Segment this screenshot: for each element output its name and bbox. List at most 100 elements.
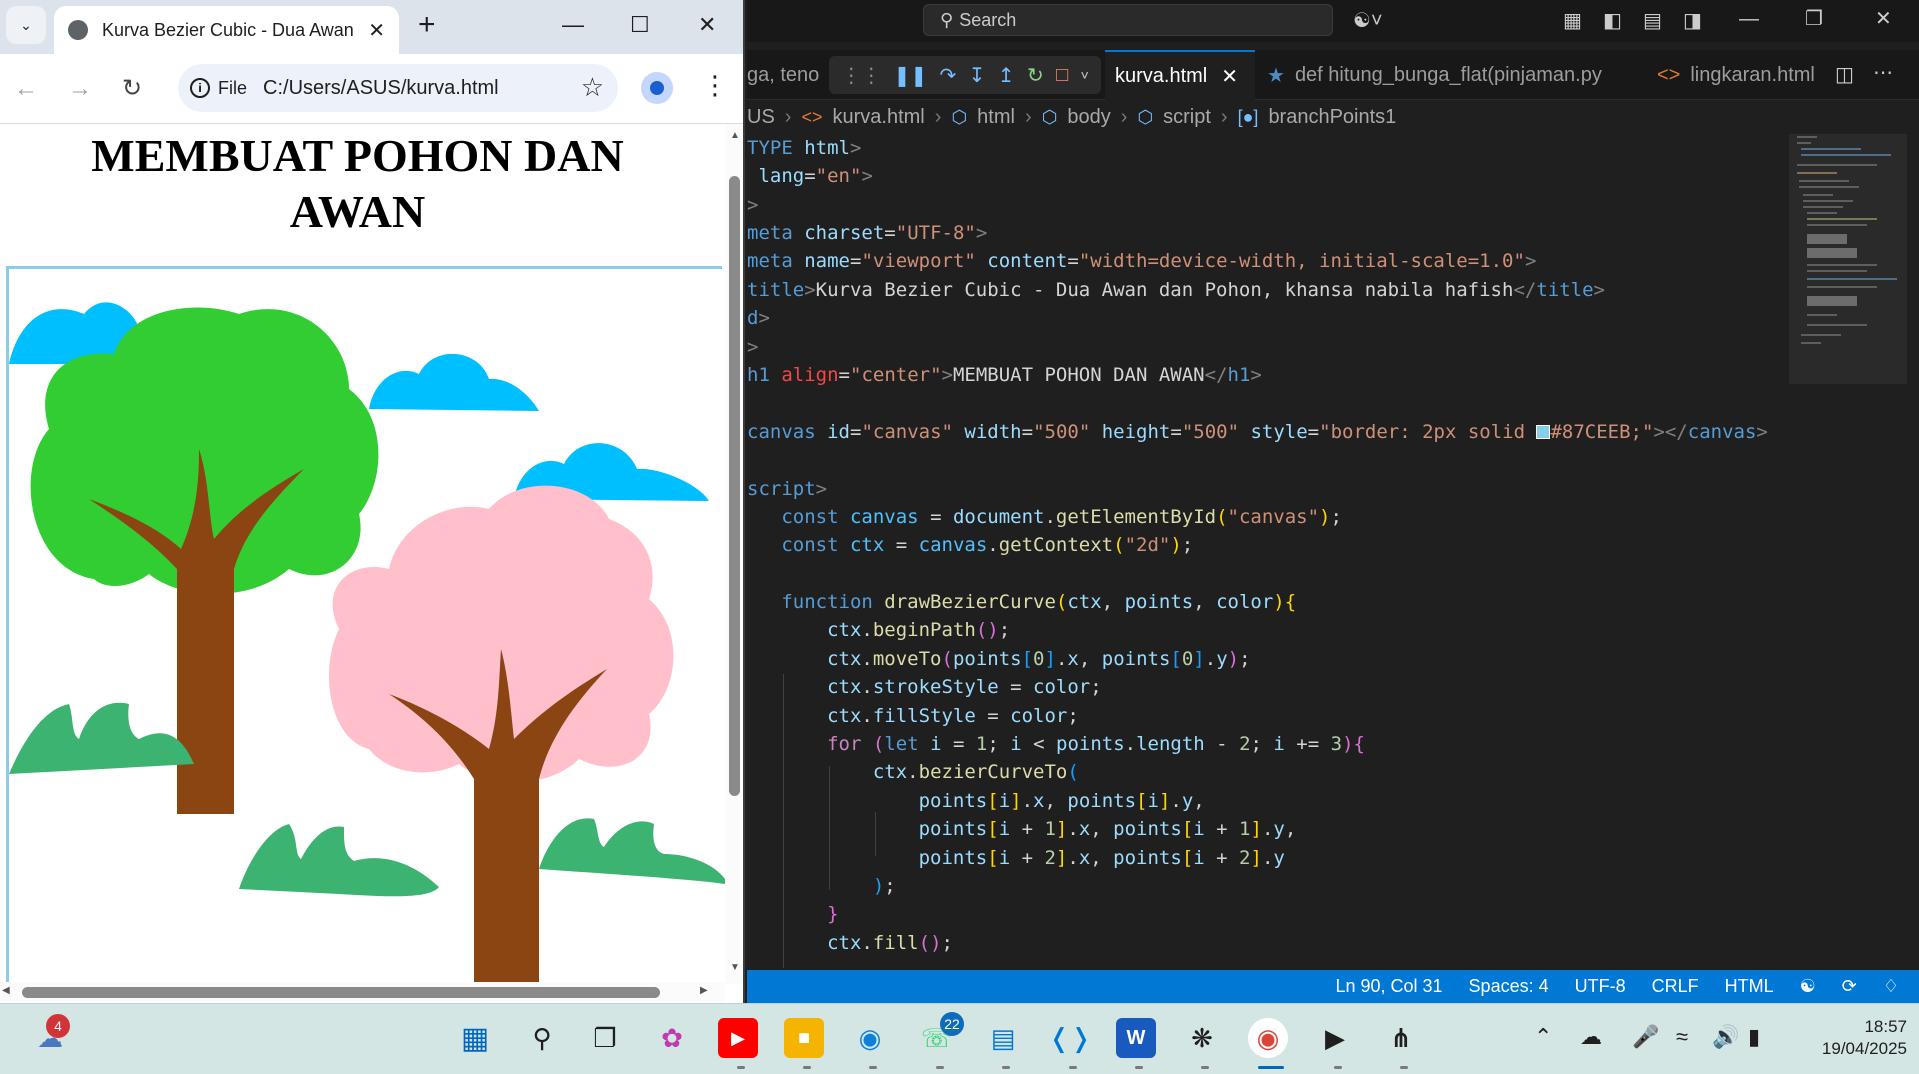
breadcrumb-item[interactable]: branchPoints1 <box>1268 106 1396 129</box>
volume-icon[interactable]: 🔊 <box>1712 1024 1739 1050</box>
forward-icon[interactable]: → <box>68 74 92 104</box>
toggle-secondary-sidebar-icon[interactable]: ◨ <box>1683 8 1702 34</box>
url-text[interactable]: C:/Users/ASUS/kurva.html <box>263 77 499 100</box>
openai-icon[interactable]: ❋ <box>1182 1018 1222 1058</box>
youtube-icon[interactable]: ▶ <box>718 1018 758 1058</box>
editor-tab-lingkaran[interactable]: <> lingkaran.html <box>1657 50 1837 100</box>
step-out-icon[interactable]: ↥ <box>998 63 1015 88</box>
copilot-icon[interactable]: ☯˅ <box>1353 8 1383 34</box>
battery-icon[interactable]: ▮ <box>1748 1024 1760 1050</box>
bell-icon[interactable]: ♢ <box>1883 976 1899 997</box>
start-icon[interactable]: ▦ <box>455 1018 495 1058</box>
scroll-up-icon[interactable]: ▲ <box>730 130 740 141</box>
scroll-down-icon[interactable]: ▼ <box>730 962 740 973</box>
file-explorer-icon[interactable]: ■ <box>784 1018 824 1058</box>
code-line: ctx.fillStyle = color; <box>827 705 1079 727</box>
customize-layout-icon[interactable]: ▦ <box>1563 8 1582 34</box>
chrome-tab-strip: ⌄ Kurva Bezier Cubic - Dua Awan ✕ + — ☐ … <box>0 0 743 54</box>
stop-icon[interactable]: □ <box>1056 64 1068 87</box>
toggle-panel-icon[interactable]: ▤ <box>1643 8 1662 34</box>
minimize-icon[interactable]: — <box>562 10 584 40</box>
back-icon[interactable]: ← <box>14 74 38 104</box>
more-actions-icon[interactable]: ⋯ <box>1873 60 1893 86</box>
wifi-icon[interactable]: ≈ <box>1676 1024 1688 1050</box>
close-tab-icon[interactable]: ✕ <box>1221 64 1238 89</box>
tab-search-button[interactable]: ⌄ <box>6 6 46 44</box>
close-tab-icon[interactable]: ✕ <box>368 18 385 43</box>
breadcrumb-item[interactable]: US <box>747 106 775 129</box>
running-indicator <box>869 1066 877 1069</box>
info-icon[interactable]: i <box>190 78 210 98</box>
scroll-right-icon[interactable]: ▶ <box>700 985 708 996</box>
status-language[interactable]: HTML <box>1725 976 1774 997</box>
code-line: ctx.beginPath(); <box>827 619 1011 641</box>
weather-badge: 4 <box>46 1014 70 1038</box>
vscode-icon[interactable]: ❬❭ <box>1048 1018 1092 1058</box>
editor-tab-kurva[interactable]: kurva.html ✕ <box>1105 50 1255 100</box>
bookmark-star-icon[interactable]: ☆ <box>581 72 604 103</box>
status-indentation[interactable]: Spaces: 4 <box>1469 976 1549 997</box>
microphone-icon[interactable]: 🎤 <box>1632 1024 1659 1050</box>
new-tab-button[interactable]: + <box>418 8 436 42</box>
editor-tab-partial[interactable]: ga, teno <box>747 50 825 100</box>
chevron-up-icon[interactable]: ⌃ <box>1534 1024 1552 1050</box>
live-share-icon[interactable]: ⟳ <box>1842 976 1857 997</box>
status-cursor-position[interactable]: Ln 90, Col 31 <box>1335 976 1442 997</box>
chrome-icon[interactable]: ◉ <box>1248 1018 1288 1058</box>
media-player-icon[interactable]: ▶ <box>1315 1018 1355 1058</box>
horizontal-scroll-thumb[interactable] <box>22 987 660 998</box>
step-into-icon[interactable]: ↧ <box>969 63 986 88</box>
menu-kebab-icon[interactable]: ⋮ <box>702 70 728 100</box>
code-editor[interactable]: TYPE html> lang="en"> > meta charset="UT… <box>747 134 1787 970</box>
vertical-scrollbar[interactable]: ▲ ▼ <box>725 124 743 984</box>
code-line: ctx.moveTo(points[0].x, points[0].y); <box>827 648 1251 670</box>
capcut-icon[interactable]: ⋔ <box>1381 1018 1421 1058</box>
pause-icon[interactable]: ❚❚ <box>894 63 928 88</box>
vertical-scroll-thumb[interactable] <box>729 176 740 796</box>
word-icon[interactable]: W <box>1116 1018 1156 1058</box>
profile-avatar[interactable] <box>641 72 673 104</box>
address-bar[interactable]: i File C:/Users/ASUS/kurva.html ☆ <box>178 64 618 112</box>
copilot-icon[interactable]: ✿ <box>652 1018 692 1058</box>
edge-icon[interactable]: ◉ <box>850 1018 890 1058</box>
minimize-icon[interactable]: — <box>1739 6 1759 32</box>
onedrive-icon[interactable]: ☁ <box>1580 1024 1602 1050</box>
system-clock[interactable]: 18:57 19/04/2025 <box>1795 1016 1907 1060</box>
breadcrumb-item[interactable]: script <box>1163 106 1211 129</box>
running-indicator <box>737 1066 745 1069</box>
minimap-slider[interactable] <box>1789 134 1907 384</box>
status-eol[interactable]: CRLF <box>1652 976 1699 997</box>
restart-icon[interactable]: ↻ <box>1027 63 1044 88</box>
element-icon: ⬡ <box>1041 106 1058 127</box>
copilot-status-icon[interactable]: ☯ <box>1800 976 1816 997</box>
browser-tab-active[interactable]: Kurva Bezier Cubic - Dua Awan ✕ <box>54 6 399 54</box>
command-center-search[interactable]: ⚲ Search <box>923 4 1333 36</box>
chevron-right-icon: › <box>1120 105 1128 128</box>
split-editor-icon[interactable]: ◫ <box>1835 62 1854 88</box>
notepad-icon[interactable]: ▤ <box>983 1018 1023 1058</box>
chevron-down-icon[interactable]: ˅ <box>1081 67 1089 83</box>
search-icon[interactable]: ⚲ <box>522 1018 562 1058</box>
chevron-right-icon: › <box>784 105 792 128</box>
drag-handle-icon[interactable]: ⋮⋮ <box>841 63 881 88</box>
code-line: for (let i = 1; i < points.length - 2; i… <box>827 733 1365 755</box>
breadcrumb-item[interactable]: body <box>1067 106 1110 129</box>
restore-icon[interactable]: ❐ <box>1805 6 1823 32</box>
url-scheme-label: File <box>218 77 248 98</box>
close-window-icon[interactable]: ✕ <box>698 10 716 40</box>
variable-icon: [●] <box>1237 106 1259 127</box>
maximize-icon[interactable]: ☐ <box>630 10 650 40</box>
task-view-icon[interactable]: ❐ <box>585 1018 625 1058</box>
reload-icon[interactable]: ↻ <box>122 74 142 104</box>
breadcrumb-item[interactable]: kurva.html <box>833 106 925 129</box>
horizontal-scrollbar[interactable]: ◀ ▶ <box>0 982 725 1002</box>
editor-tab-python[interactable]: ★ def hitung_bunga_flat(pinjaman.py <box>1267 50 1602 100</box>
code-line: canvas id="canvas" width="500" height="5… <box>747 421 1768 443</box>
step-over-icon[interactable]: ↷ <box>939 63 956 88</box>
breadcrumb-item[interactable]: html <box>977 106 1015 129</box>
code-line: script> <box>747 478 828 500</box>
close-window-icon[interactable]: ✕ <box>1875 6 1892 32</box>
scroll-left-icon[interactable]: ◀ <box>2 985 10 996</box>
status-encoding[interactable]: UTF-8 <box>1575 976 1626 997</box>
toggle-sidebar-icon[interactable]: ◧ <box>1603 8 1622 34</box>
